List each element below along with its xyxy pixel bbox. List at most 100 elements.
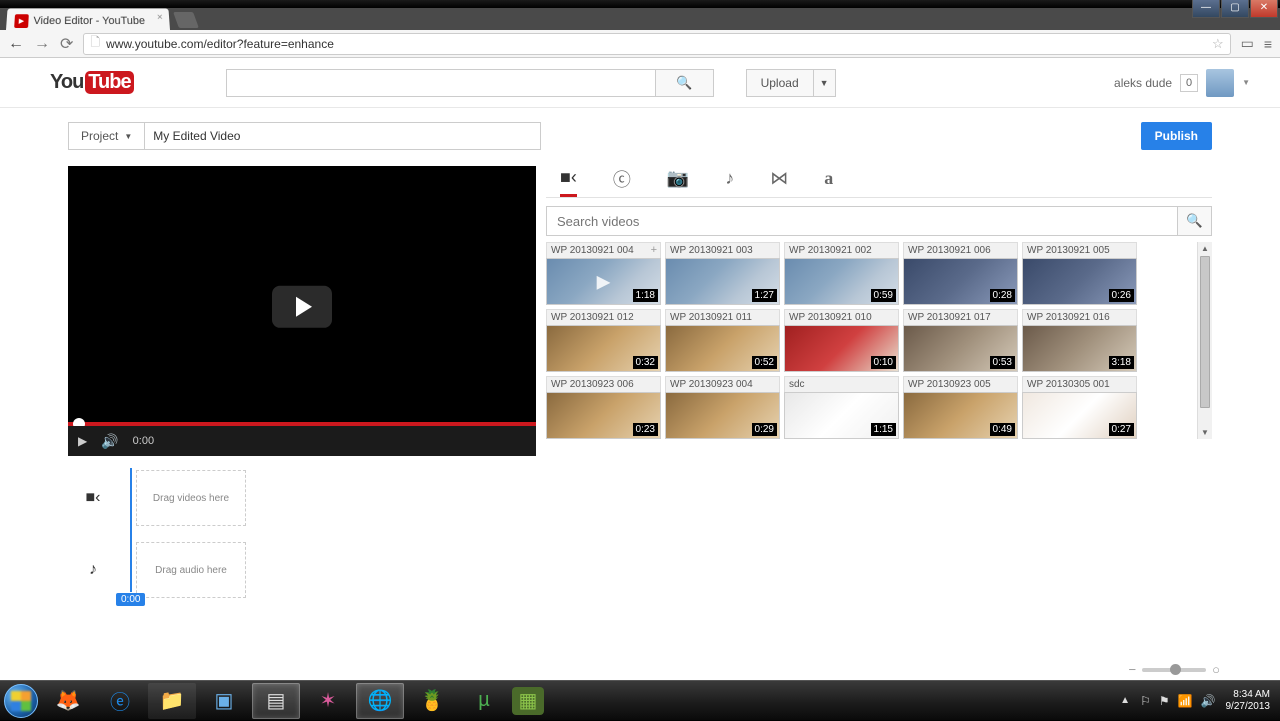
video-drop-zone[interactable]: Drag videos here (136, 470, 246, 526)
media-item[interactable]: WP 20130921 0120:32 (546, 309, 661, 372)
tab-audio[interactable]: ♪ (725, 168, 734, 195)
taskbar-app-4[interactable]: ▦ (512, 687, 544, 715)
media-item-title: WP 20130923 004 (665, 376, 780, 392)
scroll-up-icon[interactable]: ▲ (1198, 242, 1212, 255)
back-button[interactable]: ← (8, 35, 24, 53)
media-scrollbar[interactable]: ▲ ▼ (1197, 242, 1212, 439)
user-menu-caret[interactable]: ▼ (1242, 78, 1250, 87)
user-avatar[interactable] (1206, 69, 1234, 97)
media-tabs: ■‹ ⓒ 📷 ♪ ⋈ a (546, 166, 1212, 198)
tray-icon-1[interactable]: ⚐ (1140, 694, 1151, 708)
media-search-input[interactable] (546, 206, 1178, 236)
media-item-title: WP 20130305 001 (1022, 376, 1137, 392)
window-minimize-button[interactable]: — (1192, 0, 1220, 18)
taskbar-ie[interactable]: ⓔ (96, 683, 144, 719)
notification-count[interactable]: 0 (1180, 74, 1198, 92)
logo-you: You (50, 71, 83, 94)
media-item[interactable]: WP 20130921 0020:59 (784, 242, 899, 305)
tab-videos[interactable]: ■‹ (560, 167, 577, 197)
scroll-down-icon[interactable]: ▼ (1198, 426, 1212, 439)
taskbar-app-2[interactable]: ✶ (304, 683, 352, 719)
media-thumbnail: 0:59 (784, 258, 899, 305)
tray-show-hidden-icon[interactable]: ▲ (1120, 695, 1130, 706)
tray-network-icon[interactable]: 📶 (1178, 694, 1193, 708)
timeline-audio-track[interactable]: ♪ Drag audio here (68, 540, 1212, 600)
video-track-icon: ■‹ (68, 489, 118, 507)
cast-icon[interactable]: ▭ (1241, 35, 1254, 52)
forward-button[interactable]: → (34, 35, 50, 53)
tab-transitions[interactable]: ⋈ (770, 168, 788, 195)
media-thumbnail: 0:28 (903, 258, 1018, 305)
youtube-search-input[interactable] (226, 69, 656, 97)
zoom-thumb[interactable] (1170, 664, 1181, 675)
play-button[interactable]: ▶ (78, 434, 87, 448)
taskbar-virtualbox[interactable]: ▣ (200, 683, 248, 719)
tray-volume-icon[interactable]: 🔊 (1201, 694, 1216, 708)
timeline-video-track[interactable]: ■‹ Drag videos here (68, 468, 1212, 528)
window-close-button[interactable]: ✕ (1250, 0, 1278, 18)
page-content: YouTube 🔍 Upload ▼ aleks dude 0 ▼ Projec… (0, 58, 1280, 680)
new-tab-button[interactable] (173, 12, 199, 28)
bookmark-star-icon[interactable]: ☆ (1212, 36, 1224, 52)
media-item[interactable]: WP 20130305 0010:27 (1022, 376, 1137, 439)
tab-text[interactable]: a (824, 168, 833, 195)
taskbar-utorrent[interactable]: µ (460, 683, 508, 719)
add-clip-icon[interactable]: + (651, 244, 657, 256)
user-name[interactable]: aleks dude (1114, 76, 1172, 90)
media-item[interactable]: sdc1:15 (784, 376, 899, 439)
tab-close-icon[interactable]: × (157, 12, 163, 23)
tab-photos[interactable]: 📷 (667, 168, 689, 195)
tray-clock[interactable]: 8:34 AM 9/27/2013 (1226, 689, 1271, 713)
zoom-in-icon[interactable]: ○ (1212, 662, 1220, 677)
start-button[interactable] (0, 681, 42, 721)
project-dropdown[interactable]: Project ▼ (68, 122, 145, 150)
media-thumbnail: 0:52 (665, 325, 780, 372)
taskbar-firefox[interactable]: 🦊 (44, 683, 92, 719)
media-item[interactable]: WP 20130921 0110:52 (665, 309, 780, 372)
media-item[interactable]: WP 20130923 0050:49 (903, 376, 1018, 439)
media-item[interactable]: WP 20130921 0163:18 (1022, 309, 1137, 372)
zoom-out-icon[interactable]: − (1129, 662, 1137, 677)
media-item[interactable]: WP 20130921 0170:53 (903, 309, 1018, 372)
upload-caret-button[interactable]: ▼ (814, 69, 836, 97)
video-preview[interactable]: ▶ 🔊 0:00 (68, 166, 536, 456)
upload-button[interactable]: Upload (746, 69, 814, 97)
thumbnail-play-icon[interactable]: ▶ (597, 271, 611, 292)
taskbar-chrome[interactable]: 🌐 (356, 683, 404, 719)
window-maximize-button[interactable]: ▢ (1221, 0, 1249, 18)
youtube-search-button[interactable]: 🔍 (656, 69, 714, 97)
tab-cc[interactable]: ⓒ (613, 166, 631, 198)
media-item-title: WP 20130921 016 (1022, 309, 1137, 325)
reload-button[interactable]: ⟳ (60, 34, 73, 54)
taskbar-app-3[interactable]: 🍍 (408, 683, 456, 719)
youtube-logo[interactable]: YouTube (50, 71, 134, 94)
tray-action-center-icon[interactable]: ⚑ (1159, 694, 1170, 708)
media-item-title: WP 20130921 012 (546, 309, 661, 325)
media-duration: 0:10 (871, 356, 896, 369)
browser-tab-strip: Video Editor - YouTube × (0, 8, 1280, 30)
audio-drop-zone[interactable]: Drag audio here (136, 542, 246, 598)
big-play-button[interactable] (272, 286, 332, 328)
taskbar-app-active[interactable]: ▤ (252, 683, 300, 719)
timeline-playhead[interactable] (130, 468, 132, 592)
media-grid: WP 20130921 004+▶1:18WP 20130921 0031:27… (546, 242, 1197, 439)
chrome-menu-icon[interactable]: ≡ (1264, 36, 1272, 52)
publish-button[interactable]: Publish (1141, 122, 1212, 150)
media-item[interactable]: WP 20130921 0031:27 (665, 242, 780, 305)
address-bar[interactable]: 🗋 ☆ (83, 33, 1230, 55)
media-search-button[interactable]: 🔍 (1178, 206, 1212, 236)
media-item[interactable]: WP 20130921 0100:10 (784, 309, 899, 372)
zoom-slider[interactable] (1142, 668, 1206, 672)
media-item[interactable]: WP 20130921 0050:26 (1022, 242, 1137, 305)
project-name-input[interactable] (145, 122, 541, 150)
taskbar-explorer[interactable]: 📁 (148, 683, 196, 719)
volume-button[interactable]: 🔊 (101, 433, 118, 450)
logo-tube: Tube (85, 71, 133, 94)
media-item[interactable]: WP 20130921 004+▶1:18 (546, 242, 661, 305)
browser-tab-active[interactable]: Video Editor - YouTube × (6, 8, 170, 30)
url-input[interactable] (106, 37, 1212, 51)
media-item[interactable]: WP 20130923 0060:23 (546, 376, 661, 439)
media-item[interactable]: WP 20130921 0060:28 (903, 242, 1018, 305)
media-item-title: sdc (784, 376, 899, 392)
media-item[interactable]: WP 20130923 0040:29 (665, 376, 780, 439)
